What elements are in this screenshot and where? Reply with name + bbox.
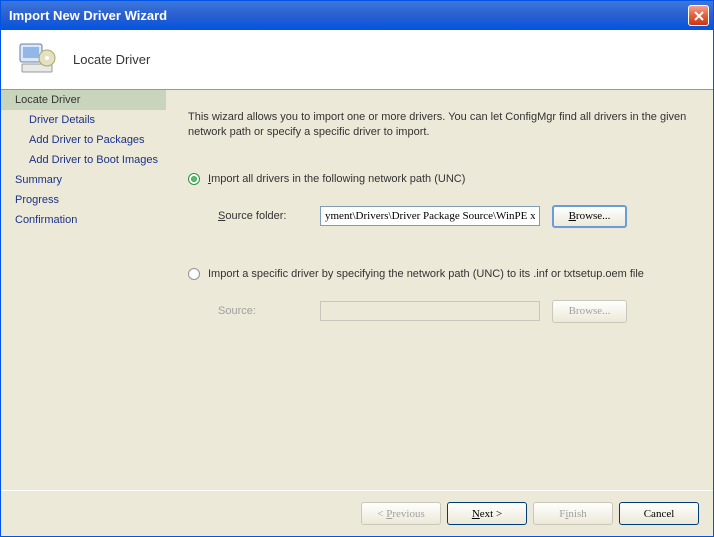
nav-add-to-packages[interactable]: Add Driver to Packages xyxy=(1,130,166,150)
option-import-all[interactable]: Import all drivers in the following netw… xyxy=(188,173,691,185)
finish-button: Finish xyxy=(533,502,613,525)
source-row: Source: Browse... xyxy=(218,300,691,323)
source-label: Source: xyxy=(218,305,308,317)
radio-import-specific-label: Import a specific driver by specifying t… xyxy=(208,268,644,280)
radio-import-all[interactable] xyxy=(188,173,200,185)
source-input xyxy=(320,301,540,321)
computer-cd-icon xyxy=(17,40,57,80)
nav-add-to-boot-images[interactable]: Add Driver to Boot Images xyxy=(1,150,166,170)
close-button[interactable] xyxy=(688,5,709,26)
browse-source-folder-button[interactable]: Browse... xyxy=(552,205,627,228)
nav-locate-driver[interactable]: Locate Driver xyxy=(1,90,166,110)
wizard-header: Locate Driver xyxy=(1,30,713,90)
window-title: Import New Driver Wizard xyxy=(9,8,167,23)
radio-import-specific[interactable] xyxy=(188,268,200,280)
nav-summary[interactable]: Summary xyxy=(1,170,166,190)
cancel-button[interactable]: Cancel xyxy=(619,502,699,525)
browse-source-button: Browse... xyxy=(552,300,627,323)
nav-driver-details[interactable]: Driver Details xyxy=(1,110,166,130)
wizard-body: Locate Driver Driver Details Add Driver … xyxy=(1,90,713,519)
previous-button: < Previous xyxy=(361,502,441,525)
titlebar-buttons xyxy=(688,5,709,26)
header-title: Locate Driver xyxy=(73,52,150,67)
content-panel: This wizard allows you to import one or … xyxy=(166,90,713,519)
wizard-window: Import New Driver Wizard Locate Driver L… xyxy=(0,0,714,537)
radio-import-all-label: Import all drivers in the following netw… xyxy=(208,173,465,185)
source-folder-row: Source folder: Browse... xyxy=(218,205,691,228)
sidebar: Locate Driver Driver Details Add Driver … xyxy=(1,90,166,519)
next-button[interactable]: Next > xyxy=(447,502,527,525)
wizard-description: This wizard allows you to import one or … xyxy=(188,110,691,141)
source-folder-input[interactable] xyxy=(320,206,540,226)
nav-progress[interactable]: Progress xyxy=(1,190,166,210)
wizard-footer: < Previous Next > Finish Cancel xyxy=(1,490,713,536)
option-import-specific[interactable]: Import a specific driver by specifying t… xyxy=(188,268,691,280)
titlebar[interactable]: Import New Driver Wizard xyxy=(1,1,713,30)
nav-confirmation[interactable]: Confirmation xyxy=(1,210,166,230)
source-folder-label: Source folder: xyxy=(218,210,308,222)
